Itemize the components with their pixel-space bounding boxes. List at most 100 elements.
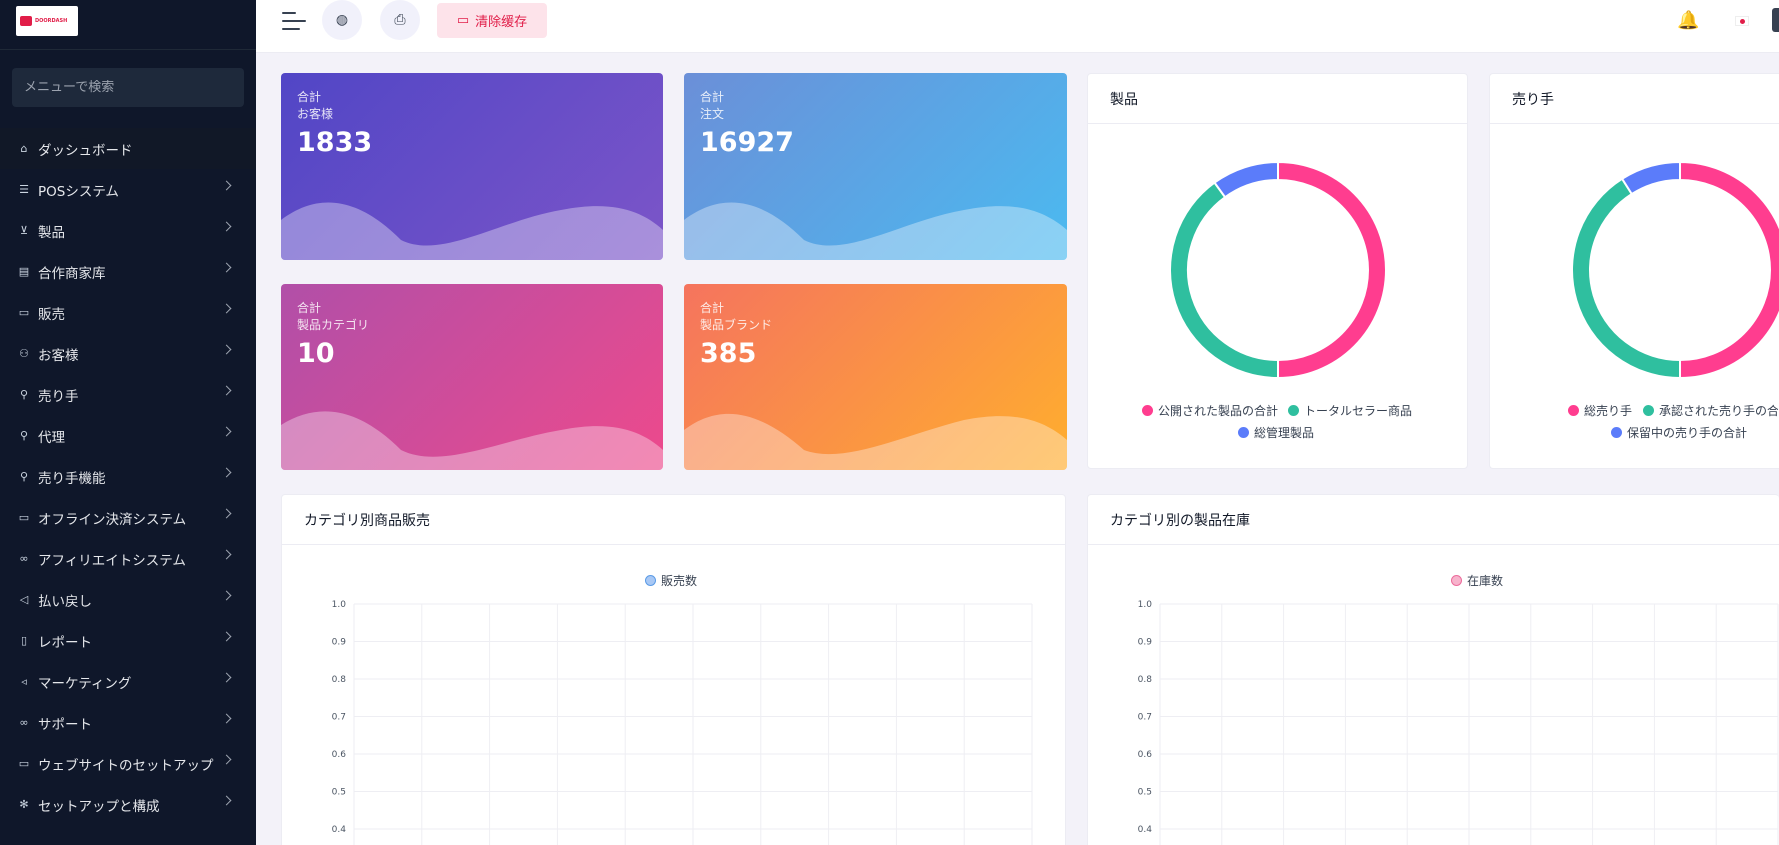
panel-title: カテゴリ別商品販売 bbox=[282, 495, 1065, 545]
stat-label: 合計 お客様 bbox=[297, 90, 334, 121]
chevron-right-icon bbox=[221, 713, 232, 724]
sales-by-category-panel: カテゴリ別商品販売 販売数 1.0 0.9 0.8 0.7 0.6 0.5 0.4 bbox=[281, 494, 1066, 845]
legend-label: 販売数 bbox=[661, 574, 698, 588]
clear-cache-button[interactable]: ▭ 清除缓存 bbox=[437, 3, 547, 38]
sidebar-item-products[interactable]: ⊻ 製品 bbox=[0, 210, 256, 251]
sidebar-item-label: セットアップと構成 bbox=[38, 798, 160, 815]
globe-button[interactable]: ◍ bbox=[322, 0, 362, 40]
printer-icon: ⎙ bbox=[394, 12, 406, 28]
notification-bell-icon[interactable]: 🔔 bbox=[1677, 10, 1699, 31]
wave-decoration bbox=[684, 202, 1067, 260]
stat-card-customers[interactable]: 合計 お客様 1833 bbox=[281, 73, 663, 260]
legend-dot bbox=[1238, 427, 1249, 438]
chevron-right-icon bbox=[221, 508, 232, 519]
user-icon: ⚲ bbox=[19, 469, 29, 483]
donut-slice-1[interactable] bbox=[1571, 177, 1681, 380]
stat-label: 合計 製品カテゴリ bbox=[297, 301, 370, 332]
legend-label: 総管理製品 bbox=[1254, 426, 1315, 440]
sidebar-item-label: ダッシュボード bbox=[38, 142, 133, 159]
legend-item[interactable]: トータルセラー商品 bbox=[1288, 402, 1412, 419]
menu-search-input[interactable] bbox=[24, 80, 232, 95]
legend-dot bbox=[645, 575, 656, 586]
sidebar-item-customers[interactable]: ⚇ お客様 bbox=[0, 333, 256, 374]
stock-bar-chart: 1.0 0.9 0.8 0.7 0.6 0.5 0.4 bbox=[1138, 600, 1779, 845]
chevron-right-icon bbox=[221, 180, 232, 191]
sidebar-item-merchants[interactable]: ▤ 合作商家库 bbox=[0, 251, 256, 292]
stat-card-categories[interactable]: 合計 製品カテゴリ 10 bbox=[281, 284, 663, 470]
legend-item[interactable]: 在庫数 bbox=[1451, 572, 1503, 589]
sidebar-item-agents[interactable]: ⚲ 代理 bbox=[0, 415, 256, 456]
sidebar-item-website-setup[interactable]: ▭ ウェブサイトのセットアップ bbox=[0, 743, 256, 784]
sales-bar-chart: 1.0 0.9 0.8 0.7 0.6 0.5 0.4 bbox=[332, 600, 1033, 845]
language-flag-icon[interactable] bbox=[1735, 16, 1749, 26]
sidebar-item-dashboard[interactable]: ⌂ ダッシュボード bbox=[0, 128, 256, 169]
y-tick-label: 0.5 bbox=[332, 788, 346, 798]
sidebar-item-affiliate[interactable]: ∞ アフィリエイトシステム bbox=[0, 538, 256, 579]
legend-item[interactable]: 販売数 bbox=[645, 572, 697, 589]
cash-icon: ▭ bbox=[18, 510, 30, 524]
archive-icon: ▤ bbox=[18, 264, 30, 278]
link-icon: ∞ bbox=[19, 715, 29, 729]
sidebar-item-setup-config[interactable]: ✻ セットアップと構成 bbox=[0, 784, 256, 825]
sidebar-item-marketing[interactable]: ◃ マーケティング bbox=[0, 661, 256, 702]
link-icon: ∞ bbox=[19, 551, 29, 565]
sidebar-item-label: オフライン決済システム bbox=[38, 511, 187, 528]
donut-slice-0[interactable] bbox=[1277, 160, 1387, 380]
sidebar-item-label: 合作商家库 bbox=[38, 265, 106, 282]
logo-icon bbox=[20, 16, 32, 26]
chevron-right-icon bbox=[221, 549, 232, 560]
sellers-donut-chart bbox=[1571, 160, 1779, 380]
sidebar-item-reports[interactable]: ▯ レポート bbox=[0, 620, 256, 661]
sellers-panel: 売り手 総売り手 承認された売り手の合計 保留中の売り手の合計 bbox=[1489, 73, 1779, 469]
legend-item[interactable]: 保留中の売り手の合計 bbox=[1611, 424, 1747, 441]
sidebar-menu: ⌂ ダッシュボード ☰ POSシステム ⊻ 製品 ▤ 合作商家库 ▭ 販売 ⚇ … bbox=[0, 128, 256, 825]
print-button[interactable]: ⎙ bbox=[380, 0, 420, 40]
megaphone-icon: ◃ bbox=[21, 674, 27, 688]
sidebar-item-pos[interactable]: ☰ POSシステム bbox=[0, 169, 256, 210]
legend-label: 総売り手 bbox=[1584, 404, 1633, 418]
file-icon: ▯ bbox=[20, 633, 28, 647]
donut-slice-2[interactable] bbox=[1213, 160, 1279, 199]
cart-icon: ⊻ bbox=[19, 223, 29, 237]
sidebar-item-seller-features[interactable]: ⚲ 売り手機能 bbox=[0, 456, 256, 497]
legend-item[interactable]: 承認された売り手の合計 bbox=[1643, 402, 1778, 419]
chevron-right-icon bbox=[221, 221, 232, 232]
legend-item[interactable]: 公開された製品の合計 bbox=[1142, 402, 1278, 419]
chevron-right-icon bbox=[221, 672, 232, 683]
donut-slice-0[interactable] bbox=[1679, 160, 1779, 380]
panel-title: 売り手 bbox=[1490, 74, 1779, 124]
sidebar-item-label: ウェブサイトのセットアップ bbox=[38, 757, 214, 774]
legend-dot bbox=[1643, 405, 1654, 416]
products-panel: 製品 公開された製品の合計 トータルセラー商品 総管理製品 bbox=[1087, 73, 1468, 469]
y-tick-label: 0.9 bbox=[332, 638, 347, 648]
menu-search bbox=[12, 68, 244, 107]
users-icon: ⚇ bbox=[19, 346, 29, 360]
logo-area: DOORDASH bbox=[0, 0, 256, 50]
y-tick-label: 0.4 bbox=[1138, 825, 1153, 835]
menu-toggle-icon[interactable] bbox=[282, 12, 308, 32]
legend-item[interactable]: 総売り手 bbox=[1568, 402, 1632, 419]
stat-card-orders[interactable]: 合計 注文 16927 bbox=[684, 73, 1067, 260]
legend-dot bbox=[1288, 405, 1299, 416]
y-tick-label: 0.4 bbox=[332, 825, 347, 835]
sidebar-item-sales[interactable]: ▭ 販売 bbox=[0, 292, 256, 333]
stat-card-brands[interactable]: 合計 製品ブランド 385 bbox=[684, 284, 1067, 470]
sidebar-item-label: 販売 bbox=[38, 306, 65, 323]
stock-by-category-panel: カテゴリ別の製品在庫 在庫数 1.0 0.9 0.8 0.7 0.6 0.5 0.4 bbox=[1087, 494, 1779, 845]
stat-value: 1833 bbox=[297, 127, 373, 158]
sidebar-item-offline-payment[interactable]: ▭ オフライン決済システム bbox=[0, 497, 256, 538]
sidebar-item-label: サポート bbox=[38, 716, 92, 733]
sidebar-item-label: 代理 bbox=[38, 429, 65, 446]
panel-title: カテゴリ別の製品在庫 bbox=[1088, 495, 1779, 545]
wave-decoration bbox=[281, 202, 663, 260]
logo[interactable]: DOORDASH bbox=[16, 6, 78, 36]
donut-slice-1[interactable] bbox=[1169, 181, 1279, 380]
chevron-right-icon bbox=[221, 385, 232, 396]
stat-value: 10 bbox=[297, 338, 335, 369]
sidebar-item-refunds[interactable]: ◁ 払い戻し bbox=[0, 579, 256, 620]
legend-item[interactable]: 総管理製品 bbox=[1238, 424, 1314, 441]
donut-slice-2[interactable] bbox=[1620, 160, 1681, 196]
avatar[interactable] bbox=[1772, 8, 1779, 32]
sidebar-item-support[interactable]: ∞ サポート bbox=[0, 702, 256, 743]
sidebar-item-sellers[interactable]: ⚲ 売り手 bbox=[0, 374, 256, 415]
